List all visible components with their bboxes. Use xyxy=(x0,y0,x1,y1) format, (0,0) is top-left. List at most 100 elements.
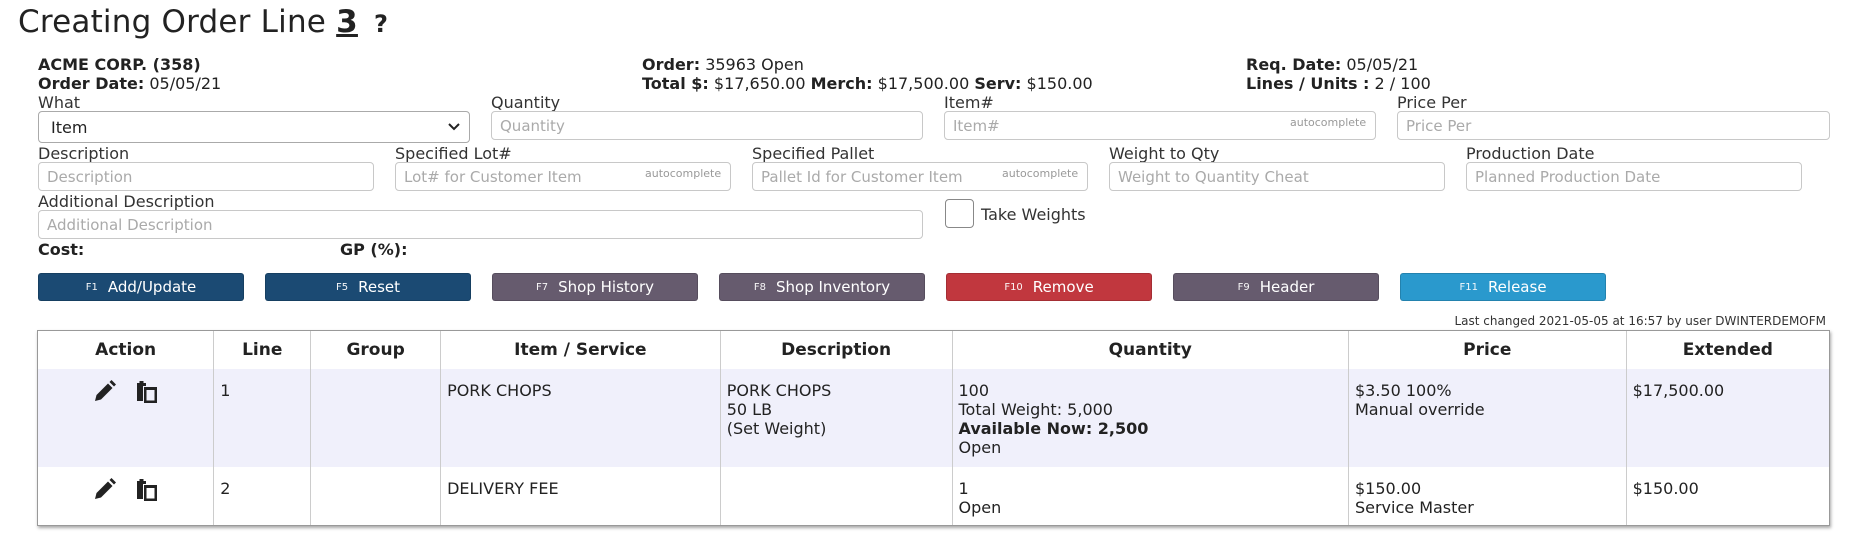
description-input[interactable] xyxy=(38,162,374,191)
price-value: $150.00 xyxy=(1354,479,1422,498)
shop-inventory-key: F8 xyxy=(753,281,766,293)
header-button[interactable]: F9 Header xyxy=(1173,273,1379,301)
release-key: F11 xyxy=(1459,281,1478,293)
customer-info: ACME CORP. (358) Order Date: 05/05/21 xyxy=(38,55,221,93)
row-description: PORK CHOPS 50 LB (Set Weight) xyxy=(720,369,953,467)
remove-key: F10 xyxy=(1004,281,1023,293)
header-key: F9 xyxy=(1237,281,1250,293)
production-date-label: Production Date xyxy=(1466,144,1595,163)
price-note: Manual override xyxy=(1354,400,1485,419)
copy-icon[interactable] xyxy=(134,379,160,405)
shop-inventory-label: Shop Inventory xyxy=(775,278,891,296)
table-row: 2 DELIVERY FEE 1 Open $150.00 Service Ma… xyxy=(38,467,1829,525)
req-info: Req. Date: 05/05/21 Lines / Units : 2 / … xyxy=(1246,55,1431,93)
reset-label: Reset xyxy=(358,278,401,296)
chevron-down-icon xyxy=(448,123,460,131)
reset-button[interactable]: F5 Reset xyxy=(265,273,471,301)
row-actions xyxy=(38,467,215,525)
additional-description-input[interactable] xyxy=(38,210,923,239)
remove-button[interactable]: F10 Remove xyxy=(946,273,1152,301)
col-header-quantity: Quantity xyxy=(952,331,1349,369)
description-label: Description xyxy=(38,144,130,163)
add-update-label: Add/Update xyxy=(107,278,197,296)
qty-status: Open xyxy=(958,498,1002,517)
gp-label: GP (%): xyxy=(340,240,408,259)
row-group xyxy=(310,369,442,467)
table-header-row: Action Line Group Item / Service Descrip… xyxy=(38,331,1829,369)
total-weight: Total Weight: 5,000 xyxy=(958,400,1113,419)
additional-description-label: Additional Description xyxy=(38,192,215,211)
order-date-value: 05/05/21 xyxy=(149,74,222,93)
price-per-input[interactable] xyxy=(1397,111,1830,140)
add-update-key: F1 xyxy=(85,281,98,293)
page-title-text: Creating Order Line xyxy=(18,4,327,40)
serv-value: $150.00 xyxy=(1026,74,1093,93)
qty-value: 1 xyxy=(958,479,969,498)
release-button[interactable]: F11 Release xyxy=(1400,273,1606,301)
last-changed-text: Last changed 2021-05-05 at 16:57 by user… xyxy=(1454,314,1827,328)
col-header-extended: Extended xyxy=(1682,340,1773,360)
what-select-value: Item xyxy=(51,118,88,137)
row-line: 2 xyxy=(213,467,312,525)
item-autocomplete-hint: autocomplete xyxy=(1290,116,1367,129)
shop-history-key: F7 xyxy=(536,281,549,293)
lot-label: Specified Lot# xyxy=(395,144,512,163)
pencil-icon[interactable] xyxy=(91,379,117,405)
price-note: Service Master xyxy=(1354,498,1474,517)
serv-label: Serv: xyxy=(974,74,1022,93)
reset-key: F5 xyxy=(335,281,349,293)
qty-value: 100 xyxy=(958,381,990,400)
desc-line: PORK CHOPS xyxy=(726,381,832,400)
desc-line: (Set Weight) xyxy=(726,419,827,438)
shop-inventory-button[interactable]: F8 Shop Inventory xyxy=(719,273,925,301)
col-header-price: Price xyxy=(1348,331,1627,369)
copy-icon[interactable] xyxy=(134,477,160,503)
weight-to-qty-input[interactable] xyxy=(1109,162,1445,191)
req-date-value: 05/05/21 xyxy=(1346,55,1419,74)
col-header-line: Line xyxy=(213,331,312,369)
shop-history-button[interactable]: F7 Shop History xyxy=(492,273,698,301)
remove-label: Remove xyxy=(1032,278,1094,296)
col-header-action: Action xyxy=(38,331,215,369)
order-value: 35963 Open xyxy=(705,55,804,74)
take-weights-checkbox[interactable] xyxy=(945,199,974,228)
lot-autocomplete-hint: autocomplete xyxy=(645,167,722,180)
merch-value: $17,500.00 xyxy=(877,74,970,93)
pencil-icon[interactable] xyxy=(91,477,117,503)
customer-name: ACME CORP. (358) xyxy=(38,55,201,74)
item-label: Item# xyxy=(944,93,994,112)
row-extended: $150.00 xyxy=(1626,467,1829,525)
quantity-label: Quantity xyxy=(491,93,561,112)
price-per-label: Price Per xyxy=(1397,93,1467,112)
add-update-button[interactable]: F1 Add/Update xyxy=(38,273,244,301)
col-header-item-service: Item / Service xyxy=(440,331,721,369)
weight-to-qty-label: Weight to Qty xyxy=(1109,144,1220,163)
row-price: $150.00 Service Master xyxy=(1348,467,1627,525)
take-weights-label: Take Weights xyxy=(981,205,1086,224)
row-extended: $17,500.00 xyxy=(1626,369,1829,467)
lines-units-label: Lines / Units : xyxy=(1246,74,1370,93)
row-price: $3.50 100% Manual override xyxy=(1348,369,1627,467)
row-item: PORK CHOPS xyxy=(440,369,721,467)
row-group xyxy=(310,467,442,525)
col-header-group: Group xyxy=(310,331,442,369)
shop-history-label: Shop History xyxy=(558,278,654,296)
page-title: Creating Order Line 3 ? xyxy=(18,4,388,40)
what-label: What xyxy=(38,93,81,112)
header-label: Header xyxy=(1259,278,1315,296)
line-number: 3 xyxy=(336,4,358,40)
available-now: Available Now: 2,500 xyxy=(958,419,1149,438)
help-icon[interactable]: ? xyxy=(374,10,388,38)
total-label: Total $: xyxy=(642,74,709,93)
col-header-description: Description xyxy=(720,331,953,369)
production-date-input[interactable] xyxy=(1466,162,1802,191)
cost-label: Cost: xyxy=(38,240,85,259)
release-label: Release xyxy=(1487,278,1547,296)
order-lines-table: Action Line Group Item / Service Descrip… xyxy=(37,330,1830,526)
req-date-label: Req. Date: xyxy=(1246,55,1342,74)
order-info: Order: 35963 Open Total $: $17,650.00 Me… xyxy=(642,55,1093,93)
merch-label: Merch: xyxy=(810,74,873,93)
quantity-input[interactable] xyxy=(491,111,923,140)
qty-status: Open xyxy=(958,438,1002,457)
what-select[interactable]: Item xyxy=(38,111,470,143)
